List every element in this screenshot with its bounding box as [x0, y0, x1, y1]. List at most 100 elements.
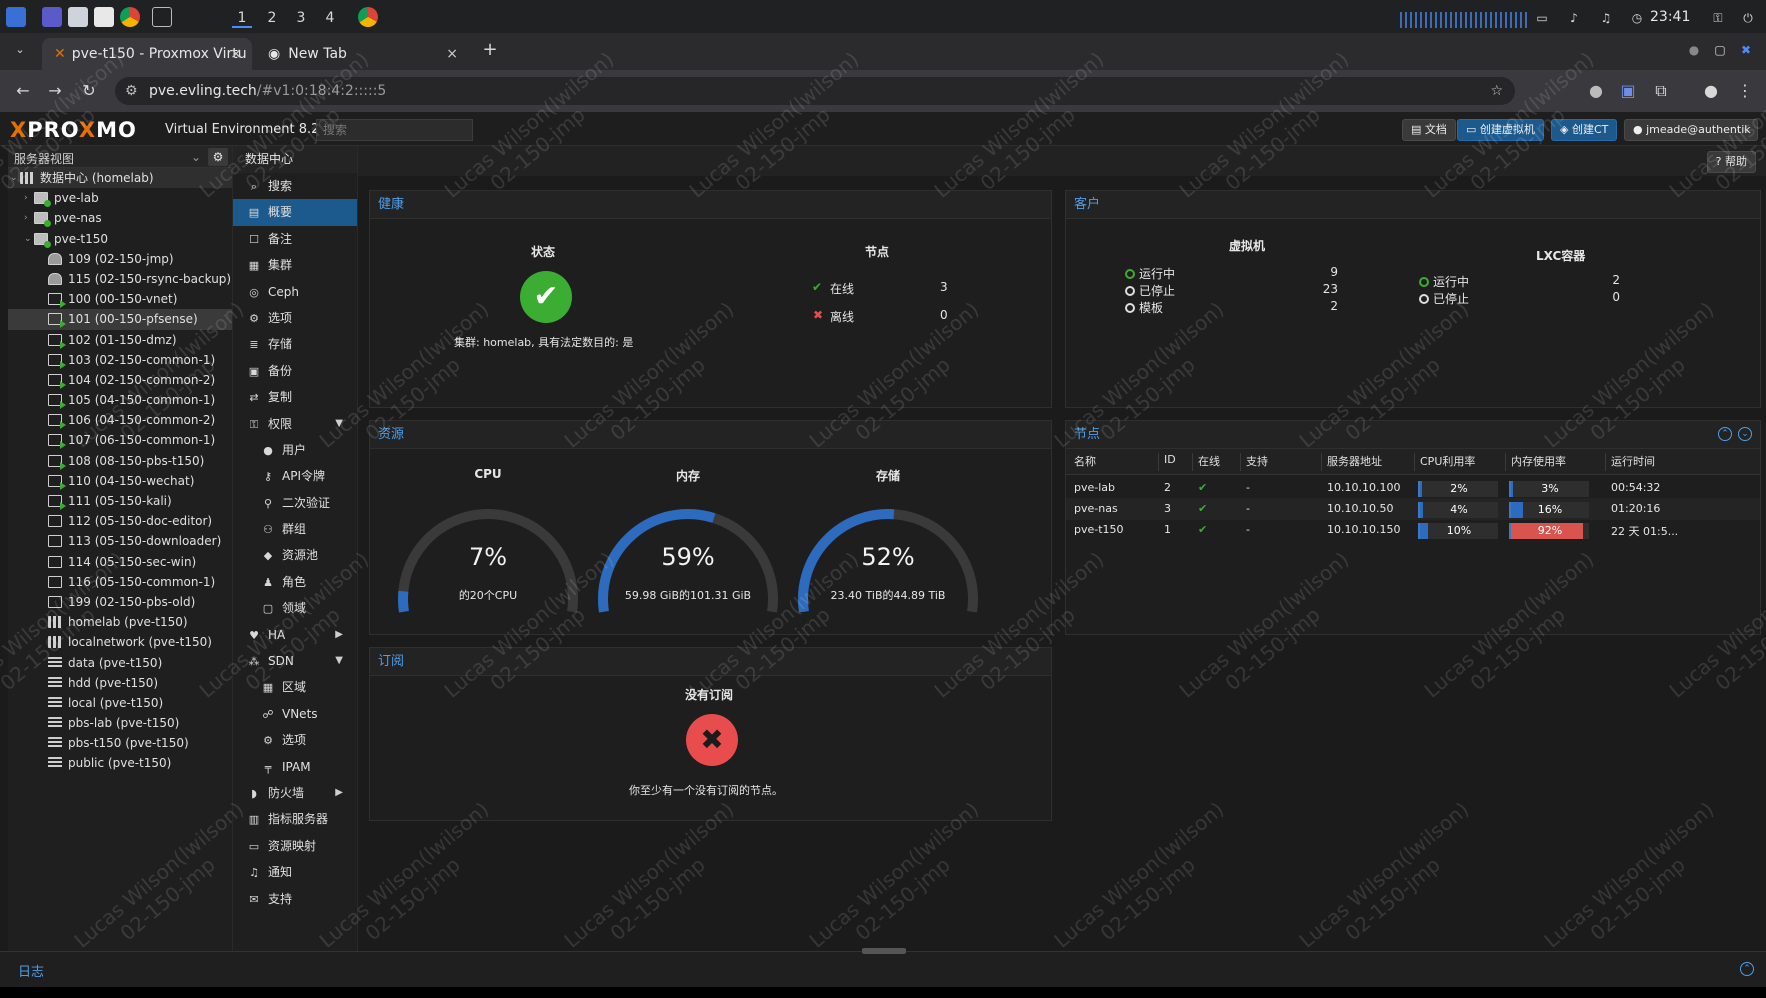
- tree-item[interactable]: 113 (05-150-downloader): [8, 531, 232, 551]
- more-menu-icon[interactable]: ⋮: [1734, 80, 1756, 102]
- resize-handle[interactable]: [862, 948, 906, 954]
- chrome-icon[interactable]: [120, 7, 140, 27]
- tree-item[interactable]: 102 (01-150-dmz): [8, 330, 232, 350]
- table-row[interactable]: pve-t150 1 ✔ - 10.10.10.150 10% 92% 22 天 01:5..…: [1066, 519, 1760, 541]
- tree-item[interactable]: 104 (02-150-common-2): [8, 370, 232, 390]
- volume-icon[interactable]: ♪: [1564, 8, 1584, 28]
- tree-item[interactable]: 103 (02-150-common-1): [8, 350, 232, 370]
- tree-item[interactable]: data (pve-t150): [8, 653, 232, 673]
- column-header[interactable]: 支持: [1246, 453, 1268, 469]
- tree-item[interactable]: localnetwork (pve-t150): [8, 632, 232, 652]
- tree-item[interactable]: hdd (pve-t150): [8, 673, 232, 693]
- address-bar[interactable]: ⚙ pve.evling.tech/#v1:0:18:4:2:::::5 ☆: [115, 77, 1515, 105]
- app-menu-icon[interactable]: [6, 7, 26, 27]
- view-select[interactable]: 服务器视图: [14, 150, 74, 167]
- nav-item[interactable]: ◗ 防火墙 ▶: [233, 780, 357, 806]
- tree-item[interactable]: 105 (04-150-common-1): [8, 390, 232, 410]
- table-row[interactable]: pve-nas 3 ✔ - 10.10.10.50 4% 16% 01:20:16: [1066, 498, 1760, 520]
- nav-item[interactable]: ⚙ 选项: [233, 305, 357, 331]
- tree-item[interactable]: 115 (02-150-rsync-backup): [8, 269, 232, 289]
- column-header[interactable]: 运行时间: [1611, 453, 1655, 469]
- tree-item[interactable]: pbs-t150 (pve-t150): [8, 733, 232, 753]
- reload-icon[interactable]: ↻: [78, 80, 100, 102]
- tab-search-icon[interactable]: ⌄: [10, 40, 30, 60]
- tree-item[interactable]: local (pve-t150): [8, 693, 232, 713]
- nav-item[interactable]: ✉ 支持: [233, 886, 357, 912]
- tab-new-tab[interactable]: ◉ New Tab ×: [256, 38, 468, 70]
- tree-item[interactable]: 116 (05-150-common-1): [8, 572, 232, 592]
- column-header[interactable]: CPU利用率: [1420, 453, 1475, 469]
- nav-item[interactable]: ♫ 通知: [233, 859, 357, 885]
- extensions-icon[interactable]: ⧉: [1650, 80, 1672, 102]
- nav-item[interactable]: ⚇ 群组: [233, 516, 357, 542]
- gear-icon[interactable]: ⚙: [208, 148, 228, 166]
- docs-button[interactable]: ▤ 文档: [1402, 119, 1456, 141]
- column-header[interactable]: ID: [1164, 453, 1176, 466]
- nav-item[interactable]: ⚷ API令牌: [233, 463, 357, 489]
- caret-down-icon[interactable]: ▼: [335, 411, 343, 437]
- nav-item[interactable]: ▤ 概要: [233, 199, 357, 226]
- nav-item[interactable]: ◆ 资源池: [233, 542, 357, 568]
- workspace-4[interactable]: 4: [320, 8, 340, 28]
- nav-item[interactable]: ⁂ SDN ▼: [233, 648, 357, 674]
- caret-down-icon[interactable]: ▼: [335, 648, 343, 674]
- expand-icon[interactable]: ⌄: [10, 168, 18, 188]
- tree-item[interactable]: › pve-lab: [8, 188, 232, 208]
- search-input[interactable]: 搜索: [316, 119, 473, 141]
- nav-item[interactable]: ● 用户: [233, 437, 357, 463]
- files-icon[interactable]: [68, 7, 88, 27]
- forward-icon[interactable]: →: [44, 80, 66, 102]
- nav-item[interactable]: ◎ Ceph: [233, 279, 357, 305]
- nav-item[interactable]: ⇄ 复制: [233, 384, 357, 410]
- profile-icon[interactable]: ●: [1700, 80, 1722, 102]
- table-row[interactable]: pve-lab 2 ✔ - 10.10.10.100 2% 3% 00:54:32: [1066, 477, 1760, 499]
- tree-item[interactable]: ⌄ 数据中心 (homelab): [8, 168, 232, 189]
- column-divider[interactable]: [1192, 453, 1193, 471]
- terminal-icon[interactable]: [152, 7, 172, 27]
- tree-item[interactable]: 108 (08-150-pbs-t150): [8, 451, 232, 471]
- nav-item[interactable]: ☍ VNets: [233, 701, 357, 727]
- nav-item[interactable]: ▣ 备份: [233, 358, 357, 384]
- chrome-window-icon[interactable]: [358, 7, 378, 27]
- create-vm-button[interactable]: ▭ 创建虚拟机: [1457, 119, 1544, 141]
- maximize-icon[interactable]: ▢: [1710, 40, 1730, 60]
- tree-item[interactable]: homelab (pve-t150): [8, 612, 232, 632]
- nav-item[interactable]: ▭ 资源映射: [233, 833, 357, 859]
- column-divider[interactable]: [1158, 453, 1159, 471]
- lock-icon[interactable]: ⚿: [1708, 8, 1728, 28]
- tree-item[interactable]: 101 (00-150-pfsense): [8, 309, 232, 330]
- expand-icon[interactable]: ›: [24, 208, 28, 228]
- nav-item[interactable]: ▢ 领域: [233, 595, 357, 621]
- collapse-up-icon[interactable]: ⌃: [1718, 427, 1732, 441]
- workspace-1[interactable]: 1: [232, 8, 252, 28]
- nav-item[interactable]: ▥ 指标服务器: [233, 806, 357, 832]
- workspace-3[interactable]: 3: [291, 8, 311, 28]
- column-divider[interactable]: [1240, 453, 1241, 471]
- tree-view-selector[interactable]: 服务器视图 ⌄ ⚙: [8, 146, 232, 168]
- minimize-icon[interactable]: ●: [1684, 40, 1704, 60]
- expand-log-icon[interactable]: ⌃: [1740, 962, 1754, 976]
- tree-item[interactable]: 107 (06-150-common-1): [8, 430, 232, 450]
- column-header[interactable]: 内存使用率: [1511, 453, 1566, 469]
- tree-item[interactable]: 112 (05-150-doc-editor): [8, 511, 232, 531]
- nav-item[interactable]: ▦ 集群: [233, 252, 357, 278]
- nav-item[interactable]: ≣ 存储: [233, 331, 357, 357]
- back-icon[interactable]: ←: [12, 80, 34, 102]
- expand-icon[interactable]: ⌄: [24, 229, 32, 249]
- column-divider[interactable]: [1321, 453, 1322, 471]
- column-divider[interactable]: [1605, 453, 1606, 471]
- collapse-down-icon[interactable]: ⌄: [1738, 427, 1752, 441]
- tree-item[interactable]: 109 (02-150-jmp): [8, 249, 232, 269]
- pdf-icon[interactable]: [94, 7, 114, 27]
- tab-close-icon[interactable]: ×: [230, 38, 242, 70]
- power-icon[interactable]: ⏻: [1738, 8, 1758, 28]
- expand-icon[interactable]: ›: [24, 188, 28, 208]
- tree-item[interactable]: 111 (05-150-kali): [8, 491, 232, 511]
- nav-item[interactable]: ⚿ 权限 ▼: [233, 411, 357, 437]
- user-menu-button[interactable]: ● jmeade@authentik⌄: [1624, 119, 1758, 156]
- tree-item[interactable]: ⌄ pve-t150: [8, 229, 232, 249]
- caret-right-icon[interactable]: ▶: [335, 780, 343, 806]
- tree-item[interactable]: › pve-nas: [8, 208, 232, 228]
- nav-item[interactable]: ♥ HA ▶: [233, 622, 357, 648]
- help-button[interactable]: ? 帮助: [1706, 151, 1756, 173]
